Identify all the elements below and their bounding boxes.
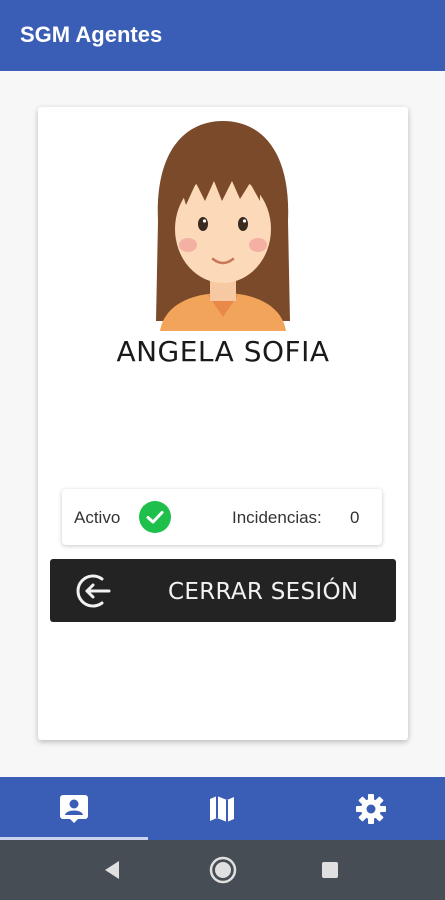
app-bar: SGM Agentes [0, 0, 445, 71]
logout-label: CERRAR SESIÓN [168, 579, 359, 605]
status-card: Activo Incidencias: 0 [62, 489, 382, 545]
user-name: ANGELA SOFIA [116, 335, 330, 368]
profile-card: ANGELA SOFIA Activo Incidencias: 0 CERRA… [38, 107, 408, 740]
girl-avatar-icon [156, 121, 290, 331]
nav-item-profile[interactable] [0, 777, 148, 840]
home-button[interactable] [193, 840, 253, 900]
profile-icon [60, 794, 88, 823]
app-title: SGM Agentes [20, 22, 163, 47]
recents-icon [322, 862, 338, 878]
system-navigation-bar [0, 840, 445, 900]
map-icon [210, 795, 234, 822]
incidents-count: 0 [350, 508, 360, 527]
home-icon [209, 856, 237, 884]
bottom-nav [0, 777, 445, 840]
logout-icon [76, 574, 111, 608]
recents-button[interactable] [300, 840, 360, 900]
check-circle-icon [139, 501, 171, 533]
back-icon [105, 861, 119, 879]
incidents-label: Incidencias: [232, 508, 322, 527]
back-button[interactable] [82, 840, 142, 900]
nav-item-map[interactable] [148, 777, 296, 840]
nav-item-settings[interactable] [296, 777, 445, 840]
status-label: Activo [74, 508, 121, 527]
logout-button[interactable]: CERRAR SESIÓN [50, 559, 396, 622]
settings-icon [355, 793, 386, 824]
